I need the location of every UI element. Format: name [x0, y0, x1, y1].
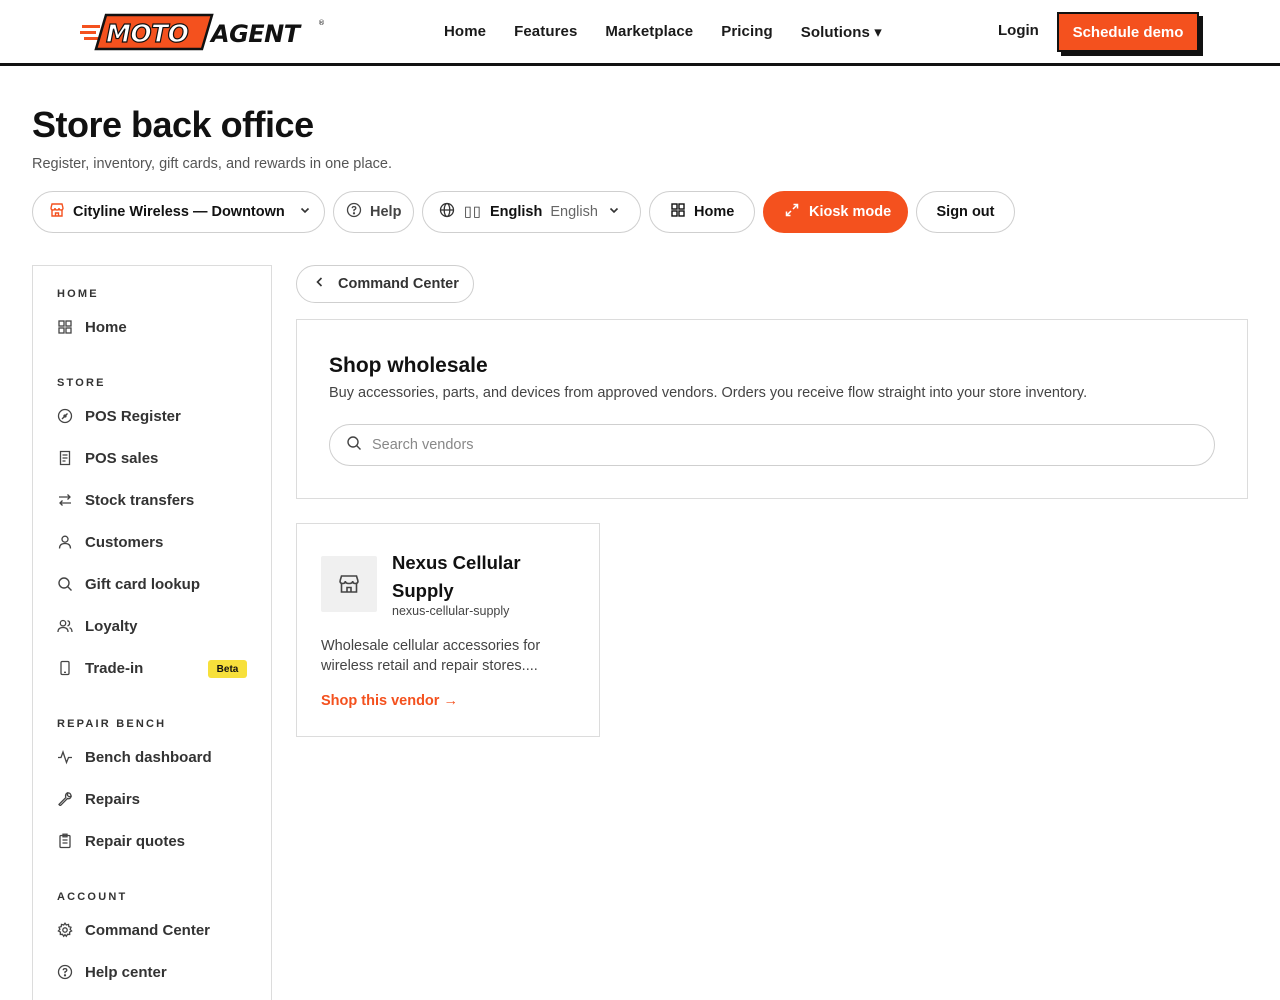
- sidebar-item-customers[interactable]: Customers: [57, 528, 247, 556]
- arrows-swap-icon: [57, 492, 73, 508]
- sidebar-item-label: Gift card lookup: [85, 575, 201, 593]
- sidebar-item-help-center[interactable]: Help center: [57, 958, 247, 986]
- vendor-name: Nexus Cellular Supply: [392, 552, 521, 601]
- schedule-demo-button[interactable]: Schedule demo: [1057, 12, 1199, 52]
- vendor-description: Wholesale cellular accessories for wirel…: [321, 638, 541, 674]
- nav-features[interactable]: Features: [514, 23, 577, 40]
- shop-wholesale-panel: Shop wholesale Buy accessories, parts, a…: [296, 319, 1248, 499]
- sidebar-section-account: ACCOUNT: [57, 891, 128, 903]
- sidebar-item-label: Repairs: [85, 790, 141, 808]
- sidebar: HOME Home STORE POS Register POS sales S…: [32, 265, 272, 1000]
- page-title: Store back office: [32, 104, 314, 145]
- sidebar-item-label: Repair quotes: [85, 832, 186, 850]
- sidebar-item-loyalty[interactable]: Loyalty: [57, 612, 247, 640]
- sidebar-item-label: Home: [85, 318, 127, 336]
- svg-text:AGENT: AGENT: [209, 20, 302, 48]
- back-to-command-center-button[interactable]: Command Center: [296, 265, 474, 303]
- flag-icon: ▯▯: [464, 204, 482, 220]
- sidebar-section-repair-bench: REPAIR BENCH: [57, 718, 167, 730]
- globe-icon: [439, 202, 455, 222]
- sidebar-item-label: Trade-in: [85, 659, 144, 677]
- storefront-icon: [321, 556, 377, 612]
- receipt-icon: [57, 450, 73, 466]
- store-icon: [49, 202, 65, 222]
- login-link[interactable]: Login: [998, 22, 1039, 39]
- sign-out-button[interactable]: Sign out: [916, 191, 1015, 233]
- wrench-icon: [57, 791, 73, 807]
- home-button-label: Home: [694, 204, 735, 220]
- nav-marketplace[interactable]: Marketplace: [605, 23, 693, 40]
- sidebar-item-repairs[interactable]: Repairs: [57, 785, 247, 813]
- vendor-search-box: [329, 424, 1215, 466]
- sidebar-item-home[interactable]: Home: [57, 313, 247, 341]
- language-label: English: [489, 204, 543, 220]
- chevron-down-icon: [299, 204, 311, 220]
- sidebar-item-label: Help center: [85, 963, 167, 981]
- section-description: Buy accessories, parts, and devices from…: [329, 385, 1088, 401]
- sidebar-item-label: Bench dashboard: [85, 748, 212, 766]
- store-selector[interactable]: Cityline Wireless — Downtown: [32, 191, 325, 233]
- sidebar-item-label: Stock transfers: [85, 491, 195, 509]
- back-button-label: Command Center: [338, 276, 459, 292]
- beta-badge: Beta: [208, 660, 247, 678]
- home-button[interactable]: Home: [649, 191, 755, 233]
- help-label: Help: [370, 204, 402, 220]
- language-selected-value: English: [550, 204, 598, 220]
- sidebar-section-store: STORE: [57, 377, 106, 389]
- search-icon: [346, 435, 362, 456]
- motoagent-logo[interactable]: MOTO AGENT ®: [80, 13, 326, 51]
- nav-pricing[interactable]: Pricing: [721, 23, 773, 40]
- page-subtitle: Register, inventory, gift cards, and rew…: [32, 156, 393, 172]
- search-icon: [57, 576, 73, 592]
- kiosk-mode-button[interactable]: Kiosk mode: [763, 191, 908, 233]
- vendor-slug: nexus-cellular-supply: [392, 604, 510, 618]
- vendor-card[interactable]: Nexus Cellular Supply nexus-cellular-sup…: [296, 523, 600, 737]
- sidebar-item-label: POS Register: [85, 407, 181, 425]
- expand-icon: [784, 202, 800, 222]
- chevron-down-icon: [608, 204, 620, 220]
- gauge-icon: [57, 408, 73, 424]
- kiosk-mode-label: Kiosk mode: [809, 204, 892, 220]
- nav-home[interactable]: Home: [444, 23, 486, 40]
- user-icon: [57, 534, 73, 550]
- sidebar-item-pos-register[interactable]: POS Register: [57, 402, 247, 430]
- sidebar-item-label: Customers: [85, 533, 164, 551]
- store-name: Cityline Wireless — Downtown: [73, 204, 285, 220]
- gear-icon: [57, 922, 73, 938]
- svg-text:MOTO: MOTO: [106, 19, 189, 48]
- section-title: Shop wholesale: [329, 354, 488, 377]
- sidebar-item-bench-dashboard[interactable]: Bench dashboard: [57, 743, 247, 771]
- top-navbar: MOTO AGENT ® Home Features Marketplace P…: [0, 0, 1280, 66]
- language-selector[interactable]: ▯▯ English English: [422, 191, 641, 233]
- help-circle-icon: [346, 202, 362, 222]
- sidebar-item-trade-in[interactable]: Trade-in Beta: [57, 654, 247, 682]
- svg-text:®: ®: [318, 19, 325, 27]
- help-circle-icon: [57, 964, 73, 980]
- clipboard-icon: [57, 833, 73, 849]
- sidebar-item-command-center[interactable]: Command Center: [57, 916, 247, 944]
- sidebar-item-label: Loyalty: [85, 617, 138, 635]
- sidebar-item-gift-card-lookup[interactable]: Gift card lookup: [57, 570, 247, 598]
- primary-nav: Home Features Marketplace Pricing Soluti…: [444, 0, 882, 63]
- sidebar-item-repair-quotes[interactable]: Repair quotes: [57, 827, 247, 855]
- activity-icon: [57, 749, 73, 765]
- sidebar-item-pos-sales[interactable]: POS sales: [57, 444, 247, 472]
- grid-icon: [670, 202, 686, 222]
- chevron-left-icon: [313, 275, 327, 293]
- sidebar-section-home: HOME: [57, 288, 99, 300]
- shop-this-vendor-link[interactable]: Shop this vendor →: [321, 693, 458, 709]
- sidebar-item-label: Command Center: [85, 921, 211, 939]
- nav-solutions-dropdown[interactable]: Solutions ▾: [801, 23, 882, 41]
- help-button[interactable]: Help: [333, 191, 414, 233]
- users-icon: [57, 618, 73, 634]
- vendor-search-input[interactable]: [372, 437, 1192, 453]
- sidebar-item-stock-transfers[interactable]: Stock transfers: [57, 486, 247, 514]
- phone-icon: [57, 660, 73, 676]
- grid-icon: [57, 319, 73, 335]
- sidebar-item-label: POS sales: [85, 449, 159, 467]
